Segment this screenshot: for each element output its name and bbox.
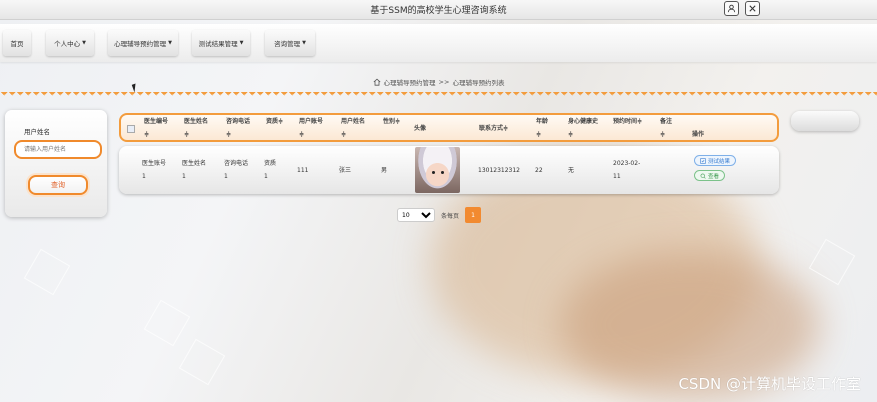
chevron-down-icon: ▼	[302, 40, 306, 46]
nav-consult-manage[interactable]: 咨询管理 ▼	[265, 30, 315, 56]
nav-personal-center[interactable]: 个人中心 ▼	[46, 30, 94, 56]
test-result-label: 测试结果	[708, 158, 731, 165]
chevron-down-icon: ▼	[82, 40, 86, 46]
avatar	[415, 147, 460, 193]
nav-test-result-manage-label: 测试结果管理	[198, 40, 238, 48]
cell-user-name: 张三	[339, 167, 352, 174]
header-gender[interactable]: 性别≑	[383, 115, 403, 128]
header-doctor-name[interactable]: 医生姓名≑	[184, 115, 209, 141]
checkbox-icon	[700, 157, 706, 164]
cell-gender: 男	[381, 167, 388, 174]
nav-consult-manage-label: 咨询管理	[274, 40, 301, 48]
action-pill-button[interactable]	[791, 111, 859, 131]
page-button-current[interactable]: 1	[465, 207, 482, 223]
header-health-history[interactable]: 身心健康史≑	[568, 115, 598, 141]
breadcrumb: 心理辅导预约管理 >> 心理辅导预约列表	[0, 73, 877, 91]
bg-hexagon	[143, 299, 191, 347]
header-doctor-no[interactable]: 医生编号≑	[144, 115, 169, 141]
search-input[interactable]	[14, 140, 102, 159]
breadcrumb-current: 心理辅导预约列表	[452, 79, 505, 87]
header-contact[interactable]: 联系方式≑	[479, 122, 508, 135]
header-avatar: 头像	[414, 125, 427, 132]
header-user-name[interactable]: 用户姓名≑	[341, 115, 366, 141]
bg-hexagon	[23, 248, 71, 296]
user-icon[interactable]	[724, 1, 739, 16]
cell-phone: 咨询电话1	[224, 160, 249, 180]
main-nav: 首页 个人中心 ▼ 心理辅导预约管理 ▼ 测试结果管理 ▼ 咨询管理 ▼	[0, 24, 877, 62]
header-appointment-time[interactable]: 预约时间≑	[613, 115, 643, 128]
table-header: 医生编号≑ 医生姓名≑ 咨询电话≑ 资质≑ 用户账号≑ 用户姓名≑ 性别≑ 头像…	[119, 113, 779, 142]
cell-age: 22	[535, 167, 543, 174]
header-phone[interactable]: 咨询电话≑	[226, 115, 251, 141]
page-size-select[interactable]: 10	[397, 208, 435, 222]
header-actions: 操作	[692, 131, 705, 138]
test-result-button[interactable]: 测试结果	[694, 155, 737, 166]
header-age[interactable]: 年龄≑	[536, 115, 552, 141]
cell-appointment-time: 2023-02-11	[613, 160, 641, 180]
nav-home[interactable]: 首页	[3, 30, 31, 56]
cell-user-account: 111	[297, 167, 309, 174]
home-icon	[373, 78, 381, 86]
header-qualification[interactable]: 资质≑	[266, 115, 286, 128]
zoom-icon	[700, 173, 706, 179]
cell-doctor-no: 医生账号1	[142, 160, 167, 180]
view-label: 查看	[708, 173, 720, 180]
nav-home-label: 首页	[10, 40, 24, 48]
watermark: CSDN @计算机毕设工作室	[678, 375, 861, 393]
search-button[interactable]: 查询	[28, 175, 88, 195]
breadcrumb-separator: >>	[438, 78, 450, 86]
bg-hexagon	[808, 238, 856, 286]
chevron-down-icon: ▼	[168, 40, 172, 46]
search-panel: 用户姓名 查询	[5, 110, 107, 217]
close-icon[interactable]	[745, 1, 760, 16]
nav-personal-center-label: 个人中心	[54, 40, 81, 48]
bg-hexagon	[178, 338, 226, 386]
window-titlebar: 基于SSM的高校学生心理咨询系统	[0, 0, 877, 20]
search-label: 用户姓名	[24, 128, 50, 136]
pagination: 10 条每页 1	[397, 207, 482, 223]
cell-contact: 13012312312	[478, 167, 520, 174]
header-remark[interactable]: 备注≑	[660, 115, 676, 141]
select-all-checkbox[interactable]	[127, 125, 135, 133]
nav-appointment-manage[interactable]: 心理辅导预约管理 ▼	[108, 30, 178, 56]
breadcrumb-item[interactable]: 心理辅导预约管理	[384, 77, 436, 87]
view-button[interactable]: 查看	[694, 170, 726, 181]
chevron-down-icon: ▼	[239, 40, 244, 46]
per-page-label: 条每页	[441, 212, 460, 220]
cell-qualification: 资质1	[264, 160, 277, 180]
nav-test-result-manage[interactable]: 测试结果管理 ▼	[192, 30, 250, 56]
cell-health-history: 无	[568, 167, 575, 174]
decorative-divider	[0, 92, 877, 98]
table-row: 医生账号1 医生姓名1 咨询电话1 资质1 111 张三 男 130123123…	[119, 146, 779, 194]
cell-doctor-name: 医生姓名1	[182, 160, 207, 180]
header-user-account[interactable]: 用户账号≑	[299, 115, 324, 141]
nav-appointment-manage-label: 心理辅导预约管理	[114, 40, 167, 48]
